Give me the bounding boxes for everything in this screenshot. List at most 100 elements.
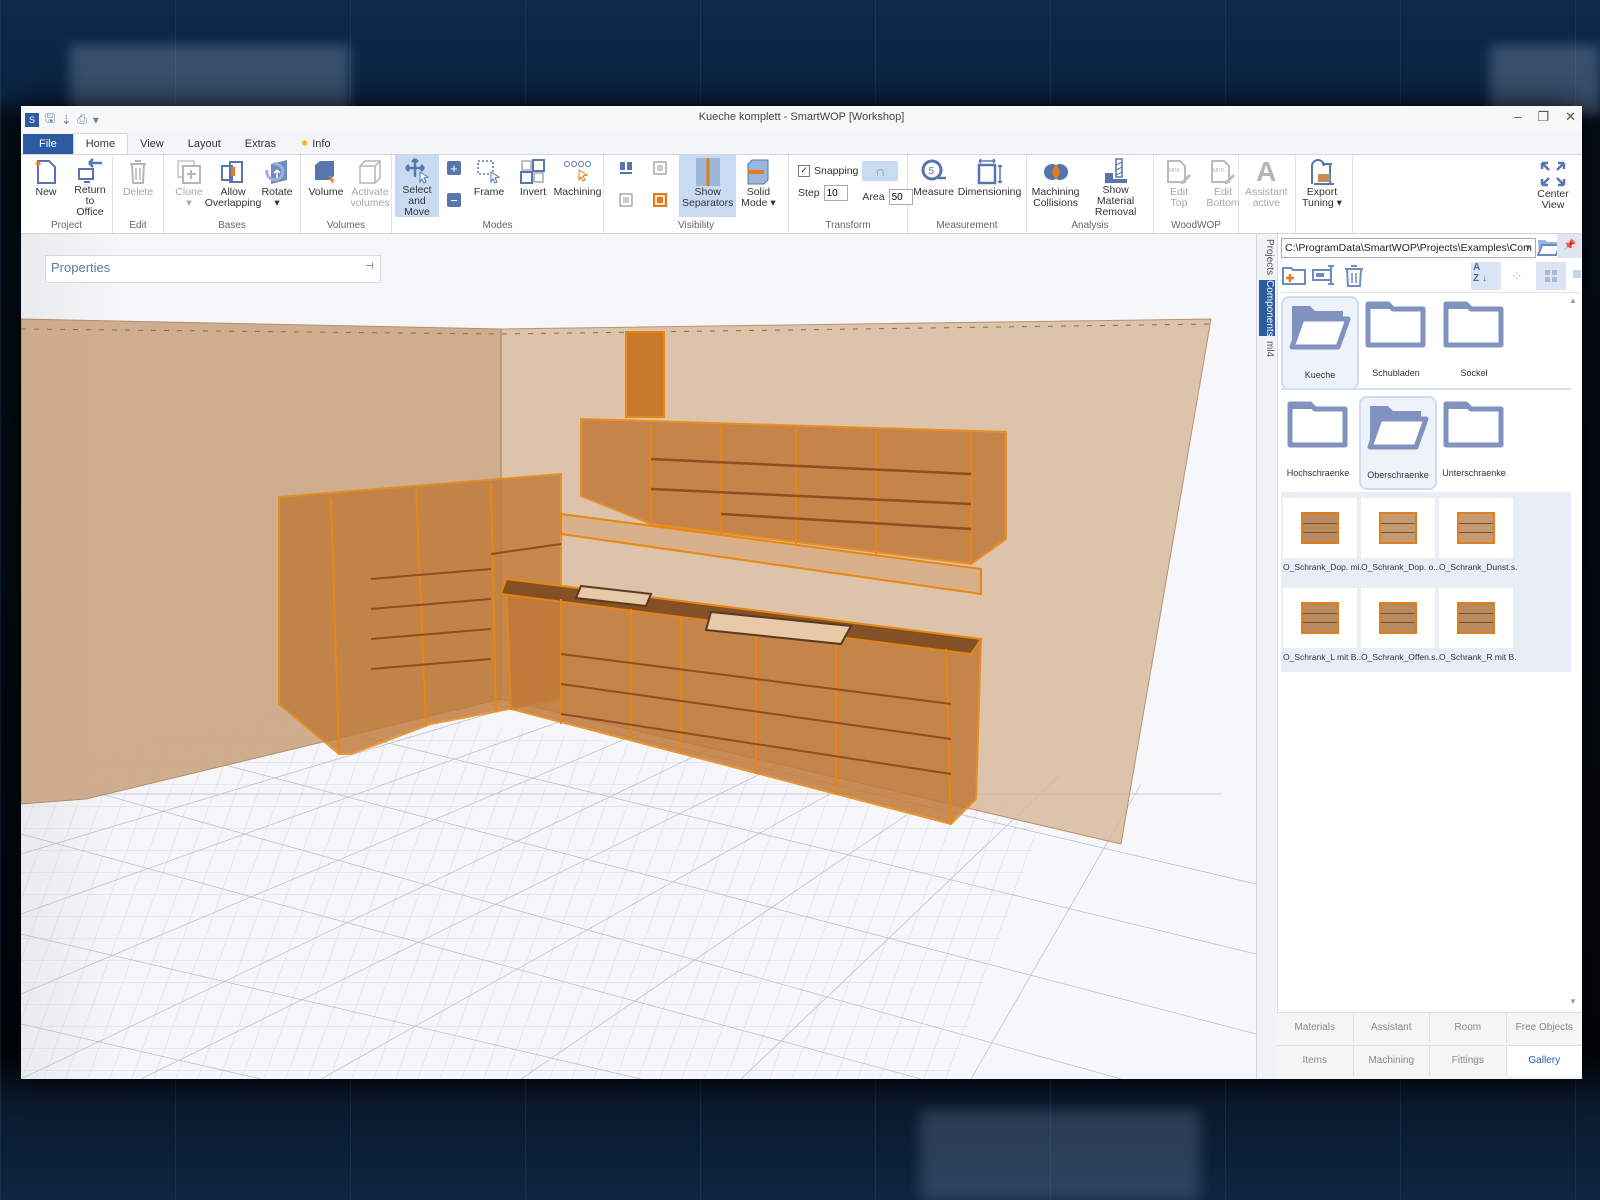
center-view-button[interactable]: Center View — [1530, 157, 1576, 219]
pin-panel-button[interactable]: 📌 — [1557, 234, 1582, 258]
snapping-checkbox[interactable]: ✓ Snapping — [798, 165, 858, 177]
component-label: O_Schrank_R mit B... — [1439, 652, 1517, 662]
activate-volumes-button[interactable]: Activate volumes — [348, 155, 392, 217]
folder-hochschraenke[interactable]: Hochschraenke — [1281, 396, 1355, 486]
new-button[interactable]: ✷ New — [24, 155, 68, 217]
export-tuning-icon — [1307, 157, 1337, 187]
component-label: O_Schrank_Dop. mi... — [1283, 562, 1361, 572]
zoom-buttons: + − — [439, 155, 467, 208]
kitchen-3d-scene[interactable] — [21, 234, 1256, 1079]
3d-viewport[interactable]: Properties ⊣ — [21, 234, 1256, 1079]
minimize-button[interactable]: – — [1514, 109, 1521, 125]
sort-az-button[interactable]: A Z ↓ — [1471, 262, 1501, 290]
select-and-move-button[interactable]: Select and Move — [395, 155, 439, 218]
machining-collisions-button[interactable]: Machining Collisions — [1030, 155, 1081, 217]
tab-gallery[interactable]: Gallery — [1506, 1046, 1582, 1076]
step-field: Step — [798, 185, 858, 201]
tab-info[interactable]: ✷ Info — [288, 134, 343, 154]
vtab-ml4[interactable]: ml4 — [1259, 338, 1275, 360]
group-measurement: 5 Measure Dimensioning Measurement — [908, 155, 1027, 233]
folder-schubladen[interactable]: Schubladen — [1359, 296, 1433, 386]
component-thumb[interactable] — [1283, 588, 1357, 648]
tab-items[interactable]: Items — [1277, 1046, 1354, 1076]
window-title: Kueche komplett - SmartWOP [Workshop] — [698, 111, 905, 123]
scroll-down-icon[interactable]: ▼ — [1569, 997, 1577, 1006]
folder-sockel[interactable]: Sockel — [1437, 296, 1511, 386]
export-tuning-button[interactable]: Export Tuning ▾ — [1299, 155, 1345, 217]
view-option-icon[interactable] — [1573, 270, 1581, 278]
solid-mode-button[interactable]: Solid Mode ▾ — [736, 155, 780, 217]
tab-room[interactable]: Room — [1430, 1013, 1507, 1043]
info-sun-icon: ✷ — [299, 138, 310, 150]
folder-oberschraenke[interactable]: Oberschraenke — [1359, 396, 1437, 490]
group-woodwop: MPR Edit Top MPR Edit Bottom WoodWOP — [1154, 155, 1240, 233]
tab-layout[interactable]: Layout — [176, 134, 233, 154]
step-input[interactable] — [823, 185, 848, 201]
vtab-components[interactable]: Components — [1259, 280, 1275, 337]
bottom-tabs-row-2: Items Machining Fittings Gallery — [1277, 1045, 1582, 1076]
dimensioning-button[interactable]: Dimensioning — [956, 155, 1023, 217]
volume-button[interactable]: Volume — [304, 155, 348, 217]
frame-button[interactable]: Frame — [467, 155, 511, 217]
svg-text:5: 5 — [928, 166, 934, 177]
tab-view[interactable]: View — [128, 134, 176, 154]
magnet-icon[interactable]: ∩ — [862, 161, 899, 181]
allow-overlapping-button[interactable]: Allow Overlapping — [205, 155, 261, 217]
component-label: O_Schrank_Offen.s... — [1361, 652, 1439, 662]
close-button[interactable]: ✕ — [1565, 109, 1576, 125]
component-thumb[interactable] — [1439, 588, 1513, 648]
cabinet-preview — [1379, 512, 1417, 544]
box-gray-icon[interactable] — [619, 193, 633, 207]
tab-materials[interactable]: Materials — [1277, 1013, 1354, 1043]
delete-button[interactable]: Delete — [116, 155, 160, 217]
scroll-up-icon[interactable]: ▲ — [1569, 296, 1577, 305]
group-visibility: Show Separators Solid Mode ▾ Visibility — [604, 155, 789, 233]
edit-top-button[interactable]: MPR Edit Top — [1157, 155, 1201, 217]
component-thumb[interactable] — [1361, 588, 1435, 648]
group-transform: ✓Snapping Step ∩ Area Transform — [789, 155, 913, 233]
delete-folder-icon[interactable] — [1343, 264, 1365, 294]
plus-icon[interactable]: + — [447, 161, 461, 176]
bottom-tabs-row-1: Materials Assistant Room Free Objects — [1277, 1013, 1582, 1043]
measure-button[interactable]: 5 Measure — [911, 155, 956, 217]
minus-icon[interactable]: − — [447, 193, 461, 208]
show-material-removal-button[interactable]: Show Material Removal — [1081, 155, 1150, 218]
group-modes: Select and Move + − Frame Invert Machini… — [392, 155, 604, 233]
assistant-active-button[interactable]: A Assistant active — [1242, 155, 1291, 217]
large-grid-button[interactable] — [1536, 262, 1566, 290]
gallery-scrollbar[interactable]: ▲ ▼ — [1569, 296, 1579, 1006]
folder-kueche[interactable]: Kueche — [1281, 296, 1359, 390]
tab-machining[interactable]: Machining — [1354, 1046, 1430, 1076]
box-orange-icon[interactable] — [653, 193, 667, 207]
edit-bottom-icon: MPR — [1208, 157, 1238, 187]
pin-icon[interactable]: ⊣ — [365, 261, 374, 272]
machining-button[interactable]: Machining — [554, 155, 601, 217]
tab-extras[interactable]: Extras — [233, 134, 288, 154]
group-project: ✷ New Return to Office Project — [21, 155, 113, 233]
path-dropdown[interactable]: C:\ProgramData\SmartWOP\Projects\Example… — [1281, 238, 1536, 258]
component-thumb[interactable] — [1439, 498, 1513, 558]
measure-icon: 5 — [919, 157, 949, 187]
tab-file[interactable]: File — [23, 134, 73, 154]
properties-panel[interactable]: Properties ⊣ — [45, 255, 381, 283]
small-grid-icon[interactable]: ⁘ — [1511, 268, 1523, 285]
tab-assistant[interactable]: Assistant — [1354, 1013, 1430, 1043]
tab-free-objects[interactable]: Free Objects — [1507, 1013, 1583, 1043]
group-label: Modes — [482, 220, 513, 231]
layout-view-icon[interactable] — [619, 161, 633, 175]
new-folder-icon[interactable] — [1281, 264, 1307, 292]
return-to-office-button[interactable]: Return to Office — [68, 155, 112, 218]
component-thumb[interactable] — [1361, 498, 1435, 558]
box-gray-icon[interactable] — [653, 161, 667, 175]
tab-fittings[interactable]: Fittings — [1430, 1046, 1507, 1076]
invert-button[interactable]: Invert — [511, 155, 555, 217]
folder-unterschraenke[interactable]: Unterschraenke — [1437, 396, 1511, 486]
background-decoration — [1490, 45, 1600, 115]
restore-button[interactable]: ❐ — [1537, 109, 1549, 125]
tab-home[interactable]: Home — [72, 133, 129, 154]
rotate-button[interactable]: Rotate ▾ — [255, 155, 299, 217]
show-separators-button[interactable]: Show Separators — [679, 155, 737, 217]
component-thumb[interactable] — [1283, 498, 1357, 558]
vtab-projects[interactable]: Projects — [1259, 238, 1275, 276]
rename-icon[interactable] — [1311, 264, 1339, 292]
